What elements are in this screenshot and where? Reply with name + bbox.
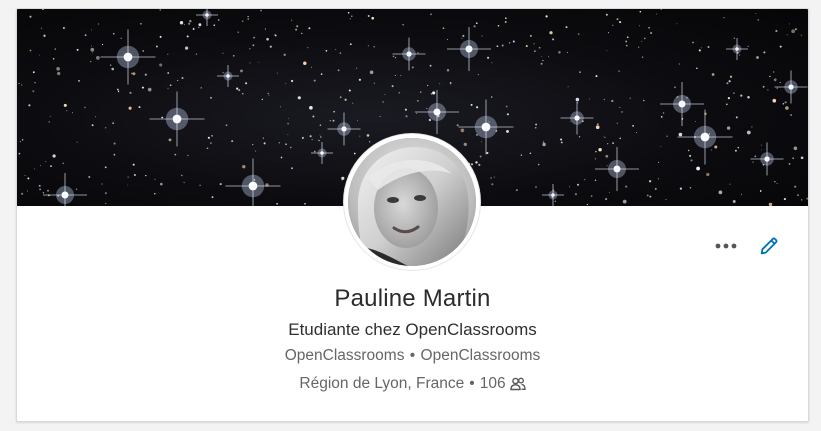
company-link-secondary[interactable]: OpenClassrooms: [421, 347, 541, 364]
profile-companies: OpenClassrooms • OpenClassrooms: [17, 346, 808, 366]
avatar-portrait-graphic: [348, 138, 476, 266]
profile-name: Pauline Martin: [334, 285, 491, 312]
profile-card: Pauline Martin Etudiante chez OpenClassr…: [16, 8, 809, 422]
people-icon[interactable]: [509, 377, 526, 391]
profile-location: Région de Lyon, France: [299, 375, 465, 392]
pencil-icon[interactable]: [758, 235, 780, 257]
profile-location-line: Région de Lyon, France • 106: [299, 374, 526, 394]
profile-photo[interactable]: [348, 138, 476, 266]
separator-dot: •: [409, 347, 416, 364]
company-link-primary[interactable]: OpenClassrooms: [285, 347, 405, 364]
connections-count[interactable]: 106: [480, 374, 506, 394]
separator-dot: •: [469, 375, 475, 392]
profile-actions: [714, 234, 780, 258]
profile-info: Pauline Martin Etudiante chez OpenClassr…: [17, 284, 808, 394]
more-horizontal-icon[interactable]: [714, 234, 738, 258]
profile-headline: Etudiante chez OpenClassrooms: [288, 320, 537, 339]
profile-photo-frame[interactable]: [344, 134, 480, 270]
